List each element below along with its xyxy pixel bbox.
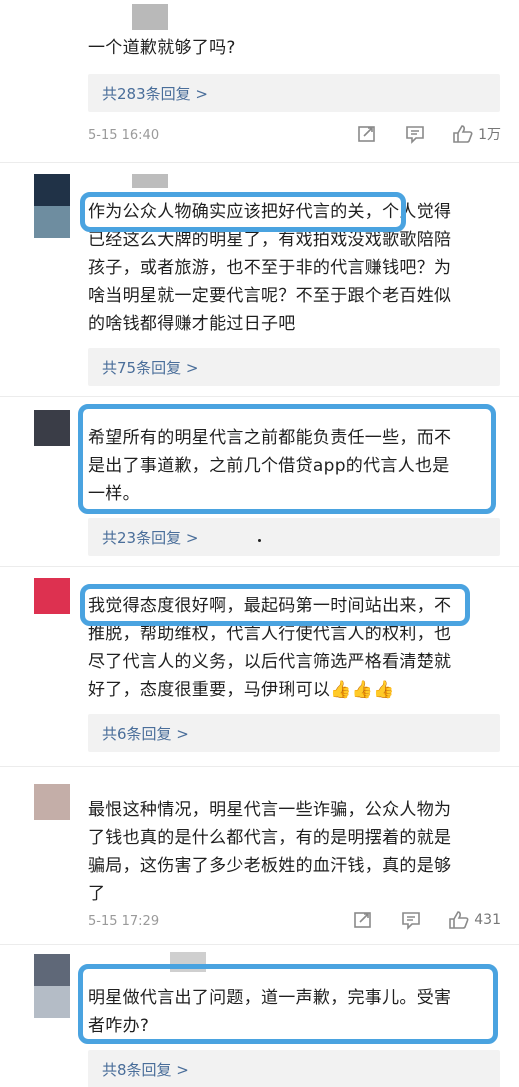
highlight-box	[78, 404, 496, 514]
comment-actions: 431	[352, 910, 501, 930]
avatar[interactable]	[34, 954, 70, 1018]
reply-link[interactable]: 共283条回复 >	[88, 74, 500, 112]
divider	[0, 944, 519, 945]
like-count: 431	[474, 912, 501, 928]
comment-icon[interactable]	[404, 124, 426, 144]
highlight-box	[80, 192, 406, 232]
highlight-box	[80, 584, 470, 626]
avatar[interactable]	[34, 578, 70, 614]
highlight-box	[78, 964, 498, 1044]
divider	[0, 766, 519, 767]
avatar[interactable]	[132, 4, 168, 30]
comment-text: 最恨这种情况，明星代言一些诈骗，公众人物为 了钱也真的是什么都代言，有的是明摆着…	[88, 800, 452, 904]
reply-link[interactable]: 共6条回复 >	[88, 714, 500, 752]
stray-dot	[258, 539, 261, 542]
timestamp: 5-15 16:40	[88, 128, 160, 143]
like-count: 1万	[478, 127, 501, 143]
timestamp: 5-15 17:29	[88, 914, 160, 929]
reply-link[interactable]: 共75条回复 >	[88, 348, 500, 386]
reply-link[interactable]: 共23条回复 >	[88, 518, 500, 556]
avatar[interactable]	[34, 784, 70, 820]
divider	[0, 566, 519, 567]
like-icon[interactable]	[448, 910, 470, 930]
avatar[interactable]	[34, 174, 70, 238]
avatar[interactable]	[34, 410, 70, 446]
comment-icon[interactable]	[400, 910, 422, 930]
divider	[0, 396, 519, 397]
comment-text: 一个道歉就够了吗?	[88, 38, 236, 58]
avatar-secondary	[132, 174, 168, 188]
share-icon[interactable]	[352, 910, 374, 930]
reply-link[interactable]: 共8条回复 >	[88, 1050, 500, 1087]
like-icon[interactable]	[452, 124, 474, 144]
divider	[0, 162, 519, 163]
share-icon[interactable]	[356, 124, 378, 144]
comment-actions: 1万	[356, 124, 501, 144]
